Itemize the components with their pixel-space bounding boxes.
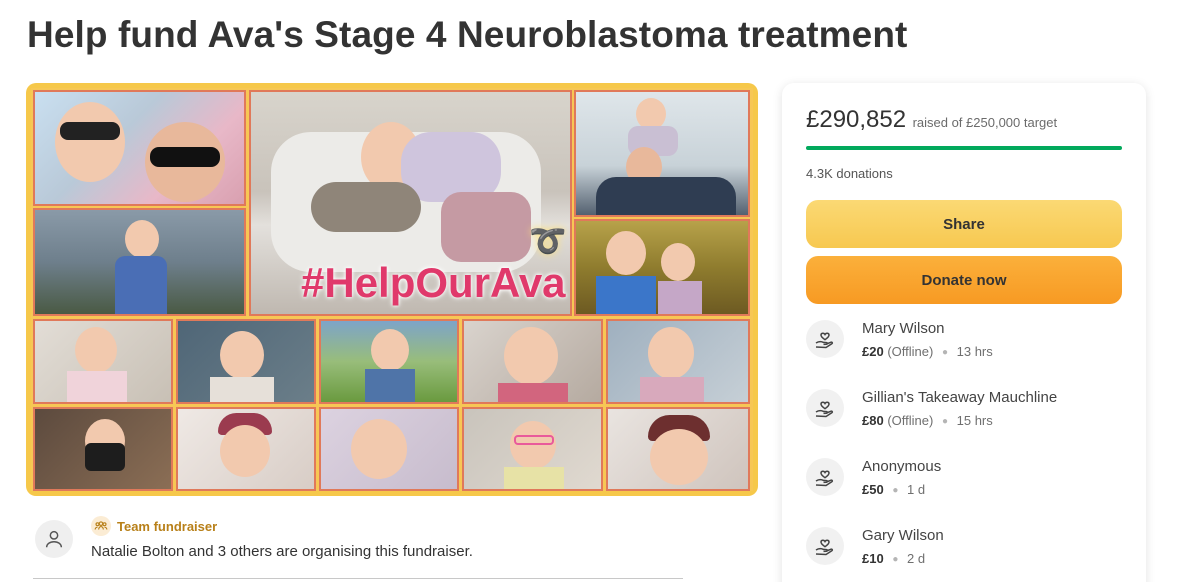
separator-dot: ● — [941, 416, 948, 427]
donor-item: Gary Wilson £10 ● 2 d — [806, 527, 1126, 577]
donor-meta: £10 ● 2 d — [862, 551, 925, 566]
donor-time: 13 hrs — [956, 344, 993, 359]
organizer-section: Team fundraiser Natalie Bolton and 3 oth… — [33, 512, 683, 582]
donor-note: (Offline) — [887, 413, 934, 428]
divider — [33, 578, 683, 579]
collage-photo — [574, 219, 750, 316]
heart-in-hand-icon — [806, 527, 844, 565]
collage-photo — [319, 319, 459, 404]
raised-amount: £290,852 — [806, 106, 907, 133]
donor-item: Anonymous £50 ● 1 d — [806, 458, 1126, 508]
user-icon[interactable] — [35, 520, 73, 558]
donations-count: 4.3K donations — [806, 166, 893, 181]
team-fundraiser-text: Team fundraiser — [117, 518, 218, 534]
heart-in-hand-icon — [806, 320, 844, 358]
donor-name: Gillian's Takeaway Mauchline — [862, 389, 1058, 406]
donor-amount: £10 — [862, 551, 884, 566]
team-fundraiser-label: Team fundraiser — [91, 516, 217, 536]
photo-collage: #HelpOurAva ➰ — [31, 88, 753, 491]
collage-photo — [606, 407, 750, 491]
collage-photo — [33, 407, 173, 491]
collage-photo — [462, 407, 603, 491]
donor-meta: £50 ● 1 d — [862, 482, 925, 497]
donor-amount: £20 — [862, 344, 884, 359]
separator-dot: ● — [941, 347, 948, 358]
donate-now-button[interactable]: Donate now — [806, 256, 1122, 304]
donor-time: 15 hrs — [956, 413, 993, 428]
share-button[interactable]: Share — [806, 200, 1122, 248]
hero-image[interactable]: #HelpOurAva ➰ — [26, 83, 758, 496]
donor-item: Mary Wilson £20 (Offline) ● 13 hrs — [806, 320, 1126, 370]
progress-fill — [806, 146, 1122, 150]
heart-in-hand-icon — [806, 458, 844, 496]
collage-photo — [33, 319, 173, 404]
collage-photo — [606, 319, 750, 404]
donor-name: Anonymous — [862, 458, 942, 475]
collage-photo — [33, 90, 246, 206]
donor-time: 2 d — [907, 551, 926, 566]
donor-amount: £50 — [862, 482, 884, 497]
collage-photo — [574, 90, 750, 217]
collage-photo — [462, 319, 603, 404]
hashtag-text: #HelpOurAva — [301, 259, 566, 306]
organizer-description: Natalie Bolton and 3 others are organisi… — [91, 543, 473, 560]
donor-note: (Offline) — [887, 344, 934, 359]
separator-dot: ● — [892, 554, 899, 565]
heart-in-hand-icon — [806, 389, 844, 427]
progress-bar — [806, 146, 1122, 150]
awareness-ribbon-icon: ➰ — [529, 225, 567, 258]
donor-name: Gary Wilson — [862, 527, 944, 544]
separator-dot: ● — [892, 485, 899, 496]
donor-name: Mary Wilson — [862, 320, 945, 337]
donor-meta: £80 (Offline) ● 15 hrs — [862, 413, 993, 428]
raised-summary: £290,852 raised of £250,000 target — [806, 106, 1057, 134]
donation-panel: £290,852 raised of £250,000 target 4.3K … — [782, 83, 1146, 582]
raised-target: raised of £250,000 target — [912, 115, 1058, 130]
team-icon — [91, 516, 111, 536]
donor-time: 1 d — [907, 482, 926, 497]
donor-meta: £20 (Offline) ● 13 hrs — [862, 344, 993, 359]
donor-item: Gillian's Takeaway Mauchline £80 (Offlin… — [806, 389, 1126, 439]
collage-photo — [176, 407, 316, 491]
collage-photo — [319, 407, 459, 491]
donor-amount: £80 — [862, 413, 884, 428]
page-title: Help fund Ava's Stage 4 Neuroblastoma tr… — [27, 14, 908, 55]
collage-photo — [33, 208, 246, 316]
collage-photo — [176, 319, 316, 404]
